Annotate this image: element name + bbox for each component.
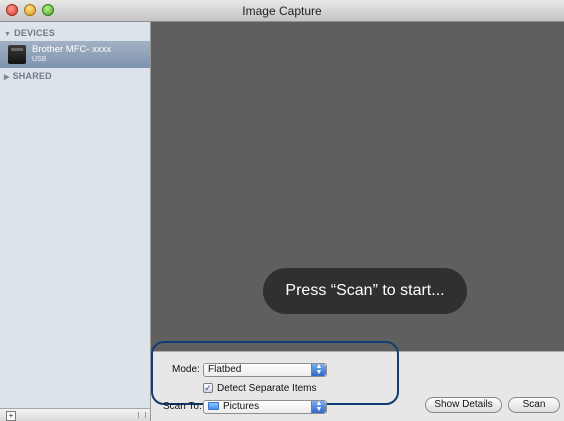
shared-section-header[interactable]: ▶ SHARED	[4, 71, 52, 81]
detect-separate-items-label: Detect Separate Items	[217, 383, 317, 394]
sidebar-item-device[interactable]: Brother MFC- xxxx USB	[0, 41, 150, 68]
device-name: Brother MFC- xxxx	[32, 44, 112, 55]
image-capture-window: Image Capture ▼ DEVICES Brother MFC- xxxx…	[0, 0, 564, 421]
scan-controls-panel: Mode: Flatbed ▲ ▼ ✓ Detect Separate Items…	[151, 341, 564, 421]
mode-popup[interactable]: Flatbed ▲ ▼	[203, 363, 327, 377]
scan-preview-area: Press “Scan” to start...	[151, 22, 564, 351]
disclosure-down-icon[interactable]: ▼	[4, 31, 11, 38]
show-details-button[interactable]: Show Details	[425, 397, 502, 413]
title-bar: Image Capture	[0, 0, 564, 22]
mode-label: Mode:	[172, 364, 200, 375]
plus-icon[interactable]: +	[6, 411, 16, 421]
popup-arrows-icon: ▲ ▼	[311, 400, 326, 413]
mode-value: Flatbed	[208, 364, 242, 375]
scan-to-value: Pictures	[223, 401, 260, 412]
devices-section-header[interactable]: ▼ DEVICES	[4, 28, 55, 38]
scan-to-label: Scan To:	[163, 401, 202, 412]
resize-grip-icon[interactable]	[138, 412, 146, 418]
scan-to-popup[interactable]: Pictures ▲ ▼	[203, 400, 327, 414]
scan-button[interactable]: Scan	[508, 397, 560, 413]
device-connection: USB	[32, 56, 47, 63]
sidebar-footer: +	[0, 408, 151, 421]
devices-header-label: DEVICES	[14, 28, 56, 38]
scan-prompt-message: Press “Scan” to start...	[263, 268, 467, 314]
shared-header-label: SHARED	[12, 71, 52, 81]
disclosure-right-icon[interactable]: ▶	[4, 73, 10, 81]
detect-separate-items-checkbox[interactable]: ✓	[203, 383, 213, 393]
folder-icon	[208, 402, 219, 410]
sidebar: ▼ DEVICES Brother MFC- xxxx USB ▶ SHARED	[0, 22, 151, 408]
popup-arrows-icon: ▲ ▼	[311, 363, 326, 376]
scanner-icon	[8, 45, 26, 64]
window-title: Image Capture	[242, 4, 322, 18]
